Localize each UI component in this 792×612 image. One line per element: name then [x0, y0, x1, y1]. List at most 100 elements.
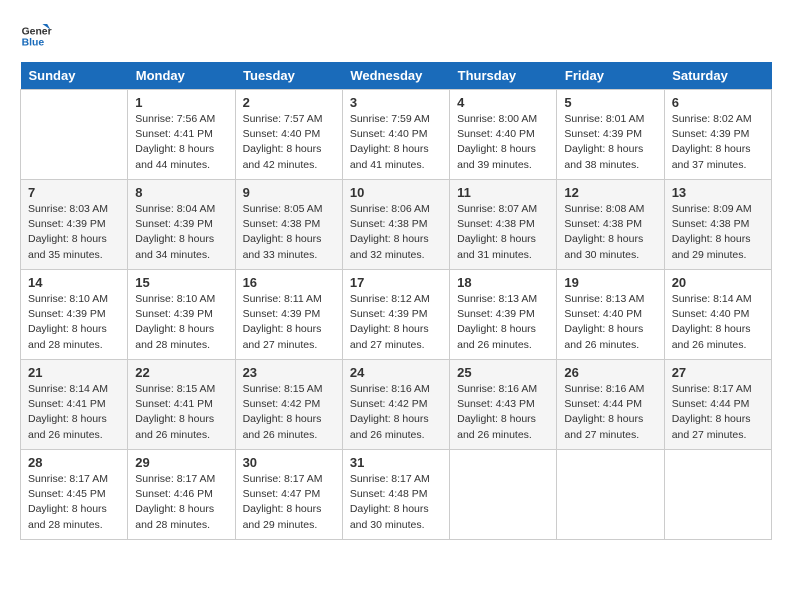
day-number: 15 — [135, 275, 227, 290]
day-number: 20 — [672, 275, 764, 290]
col-header-monday: Monday — [128, 62, 235, 90]
daylight-text: Daylight: 8 hours and 28 minutes. — [28, 323, 107, 350]
daylight-text: Daylight: 8 hours and 27 minutes. — [350, 323, 429, 350]
calendar-cell: 13Sunrise: 8:09 AMSunset: 4:38 PMDayligh… — [664, 180, 771, 270]
cell-info: Sunrise: 8:03 AMSunset: 4:39 PMDaylight:… — [28, 202, 120, 263]
calendar-cell: 28Sunrise: 8:17 AMSunset: 4:45 PMDayligh… — [21, 450, 128, 540]
col-header-sunday: Sunday — [21, 62, 128, 90]
cell-info: Sunrise: 8:16 AMSunset: 4:42 PMDaylight:… — [350, 382, 442, 443]
daylight-text: Daylight: 8 hours and 28 minutes. — [135, 323, 214, 350]
cell-info: Sunrise: 8:14 AMSunset: 4:40 PMDaylight:… — [672, 292, 764, 353]
daylight-text: Daylight: 8 hours and 26 minutes. — [457, 323, 536, 350]
sunrise-text: Sunrise: 8:15 AM — [135, 383, 215, 395]
daylight-text: Daylight: 8 hours and 27 minutes. — [243, 323, 322, 350]
sunset-text: Sunset: 4:41 PM — [135, 128, 213, 140]
sunset-text: Sunset: 4:39 PM — [564, 128, 642, 140]
day-number: 26 — [564, 365, 656, 380]
calendar-cell: 21Sunrise: 8:14 AMSunset: 4:41 PMDayligh… — [21, 360, 128, 450]
day-number: 21 — [28, 365, 120, 380]
cell-info: Sunrise: 8:13 AMSunset: 4:39 PMDaylight:… — [457, 292, 549, 353]
day-number: 1 — [135, 95, 227, 110]
sunrise-text: Sunrise: 8:16 AM — [457, 383, 537, 395]
col-header-tuesday: Tuesday — [235, 62, 342, 90]
daylight-text: Daylight: 8 hours and 39 minutes. — [457, 143, 536, 170]
cell-info: Sunrise: 8:05 AMSunset: 4:38 PMDaylight:… — [243, 202, 335, 263]
logo: General Blue — [20, 20, 52, 52]
sunset-text: Sunset: 4:46 PM — [135, 488, 213, 500]
calendar-cell: 20 Sunrise: 8:14 AMSunset: 4:40 PMDayligh… — [664, 270, 771, 360]
day-number: 5 — [564, 95, 656, 110]
day-number: 23 — [243, 365, 335, 380]
calendar-cell: 6Sunrise: 8:02 AMSunset: 4:39 PMDaylight… — [664, 90, 771, 180]
daylight-text: Daylight: 8 hours and 26 minutes. — [672, 323, 751, 350]
sunrise-text: Sunrise: 8:05 AM — [243, 203, 323, 215]
cell-info: Sunrise: 8:16 AMSunset: 4:43 PMDaylight:… — [457, 382, 549, 443]
calendar-week-3: 14Sunrise: 8:10 AMSunset: 4:39 PMDayligh… — [21, 270, 772, 360]
day-number: 25 — [457, 365, 549, 380]
daylight-text: Daylight: 8 hours and 26 minutes. — [243, 413, 322, 440]
daylight-text: Daylight: 8 hours and 29 minutes. — [243, 503, 322, 530]
day-number: 16 — [243, 275, 335, 290]
sunset-text: Sunset: 4:47 PM — [243, 488, 321, 500]
calendar-cell: 26 Sunrise: 8:16 AMSunset: 4:44 PMDayligh… — [557, 360, 664, 450]
day-number: 31 — [350, 455, 442, 470]
calendar-cell: 22 Sunrise: 8:15 AMSunset: 4:41 PMDayligh… — [128, 360, 235, 450]
cell-info: Sunrise: 7:57 AMSunset: 4:40 PMDaylight:… — [243, 112, 335, 173]
calendar-cell — [450, 450, 557, 540]
cell-info: Sunrise: 8:17 AMSunset: 4:47 PMDaylight:… — [243, 472, 335, 533]
cell-info: Sunrise: 8:15 AMSunset: 4:41 PMDaylight:… — [135, 382, 227, 443]
calendar-cell: 9Sunrise: 8:05 AMSunset: 4:38 PMDaylight… — [235, 180, 342, 270]
cell-info: Sunrise: 8:16 AMSunset: 4:44 PMDaylight:… — [564, 382, 656, 443]
cell-info: Sunrise: 8:10 AMSunset: 4:39 PMDaylight:… — [28, 292, 120, 353]
calendar-cell: 1 Sunrise: 7:56 AMSunset: 4:41 PMDaylight… — [128, 90, 235, 180]
sunset-text: Sunset: 4:40 PM — [350, 128, 428, 140]
calendar-cell: 29 Sunrise: 8:17 AMSunset: 4:46 PMDayligh… — [128, 450, 235, 540]
sunrise-text: Sunrise: 8:04 AM — [135, 203, 215, 215]
calendar-cell: 19 Sunrise: 8:13 AMSunset: 4:40 PMDayligh… — [557, 270, 664, 360]
daylight-text: Daylight: 8 hours and 41 minutes. — [350, 143, 429, 170]
day-number: 7 — [28, 185, 120, 200]
sunrise-text: Sunrise: 8:13 AM — [564, 293, 644, 305]
sunset-text: Sunset: 4:39 PM — [350, 308, 428, 320]
calendar-week-1: 1 Sunrise: 7:56 AMSunset: 4:41 PMDaylight… — [21, 90, 772, 180]
sunset-text: Sunset: 4:45 PM — [28, 488, 106, 500]
calendar-cell: 30 Sunrise: 8:17 AMSunset: 4:47 PMDayligh… — [235, 450, 342, 540]
calendar-cell — [557, 450, 664, 540]
calendar-cell — [664, 450, 771, 540]
daylight-text: Daylight: 8 hours and 26 minutes. — [135, 413, 214, 440]
cell-info: Sunrise: 8:17 AMSunset: 4:46 PMDaylight:… — [135, 472, 227, 533]
daylight-text: Daylight: 8 hours and 32 minutes. — [350, 233, 429, 260]
daylight-text: Daylight: 8 hours and 31 minutes. — [457, 233, 536, 260]
cell-info: Sunrise: 8:07 AMSunset: 4:38 PMDaylight:… — [457, 202, 549, 263]
cell-info: Sunrise: 8:13 AMSunset: 4:40 PMDaylight:… — [564, 292, 656, 353]
sunrise-text: Sunrise: 8:17 AM — [28, 473, 108, 485]
calendar-week-5: 28Sunrise: 8:17 AMSunset: 4:45 PMDayligh… — [21, 450, 772, 540]
cell-info: Sunrise: 8:17 AM Sunset: 4:45 PM Daylight:… — [28, 472, 120, 533]
daylight-text: Daylight: 8 hours and 27 minutes. — [672, 413, 751, 440]
sunset-text: Sunset: 4:40 PM — [672, 308, 750, 320]
daylight-text: Daylight: 8 hours and 28 minutes. — [28, 503, 107, 530]
day-number: 30 — [243, 455, 335, 470]
sunrise-text: Sunrise: 8:17 AM — [672, 383, 752, 395]
day-number: 29 — [135, 455, 227, 470]
sunset-text: Sunset: 4:44 PM — [564, 398, 642, 410]
sunrise-text: Sunrise: 8:08 AM — [564, 203, 644, 215]
col-header-saturday: Saturday — [664, 62, 771, 90]
calendar-cell: 27Sunrise: 8:17 AMSunset: 4:44 PMDayligh… — [664, 360, 771, 450]
sunset-text: Sunset: 4:38 PM — [672, 218, 750, 230]
calendar-cell: 7 Sunrise: 8:03 AMSunset: 4:39 PMDaylight… — [21, 180, 128, 270]
col-header-thursday: Thursday — [450, 62, 557, 90]
svg-text:Blue: Blue — [22, 38, 45, 49]
daylight-text: Daylight: 8 hours and 35 minutes. — [28, 233, 107, 260]
sunrise-text: Sunrise: 8:11 AM — [243, 293, 322, 305]
sunrise-text: Sunrise: 7:59 AM — [350, 113, 430, 125]
daylight-text: Daylight: 8 hours and 37 minutes. — [672, 143, 751, 170]
day-number: 19 — [564, 275, 656, 290]
sunrise-text: Sunrise: 8:03 AM — [28, 203, 108, 215]
calendar-cell: 3Sunrise: 7:59 AMSunset: 4:40 PMDaylight… — [342, 90, 449, 180]
day-number: 22 — [135, 365, 227, 380]
calendar-cell: 31Sunrise: 8:17 AMSunset: 4:48 PMDayligh… — [342, 450, 449, 540]
sunset-text: Sunset: 4:48 PM — [350, 488, 428, 500]
cell-info: Sunrise: 7:56 AMSunset: 4:41 PMDaylight:… — [135, 112, 227, 173]
calendar-cell: 2Sunrise: 7:57 AMSunset: 4:40 PMDaylight… — [235, 90, 342, 180]
